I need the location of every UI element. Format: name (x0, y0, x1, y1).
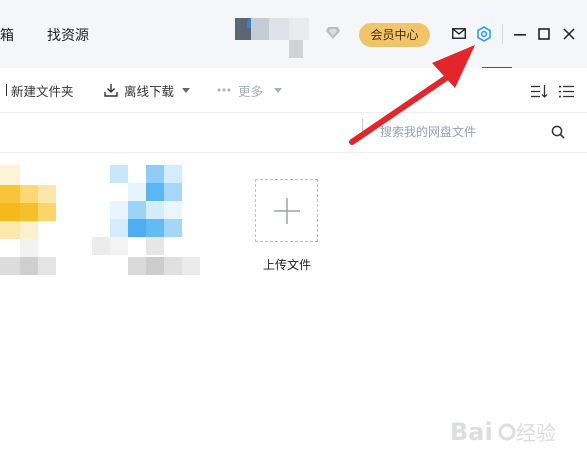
search-divider (362, 119, 363, 133)
offline-download-button[interactable]: 离线下载 (104, 68, 191, 112)
new-folder-button[interactable]: 新建文件夹 (0, 68, 74, 112)
minimize-icon[interactable] (514, 34, 526, 36)
sort-icon[interactable] (531, 85, 548, 98)
close-icon[interactable] (563, 28, 575, 40)
new-folder-icon (0, 84, 7, 96)
mail-icon[interactable] (452, 28, 466, 39)
search-input[interactable] (362, 121, 570, 143)
more-dots-icon (217, 88, 231, 92)
more-button[interactable]: 更多 (217, 68, 283, 112)
chevron-down-icon (274, 87, 283, 93)
list-view-icon[interactable] (559, 85, 574, 98)
file-item-image-blurred[interactable] (92, 165, 202, 275)
vip-center-button[interactable]: 会员中心 (359, 23, 430, 47)
plus-icon (274, 198, 300, 224)
download-icon (104, 84, 118, 97)
offline-download-label: 离线下载 (124, 83, 175, 99)
topbar-divider (502, 24, 503, 44)
vip-diamond-icon (326, 27, 340, 39)
file-toolbar: 新建文件夹 离线下载 更多 (0, 68, 587, 113)
new-folder-label: 新建文件夹 (11, 83, 74, 99)
nav-item-partial[interactable]: 箱 (0, 25, 14, 45)
maximize-icon[interactable] (538, 28, 550, 40)
more-label: 更多 (238, 83, 264, 99)
upload-file-label: 上传文件 (263, 258, 312, 272)
user-avatar-and-name-blurred[interactable] (235, 18, 325, 60)
settings-icon[interactable] (476, 26, 492, 42)
search-row (0, 113, 587, 153)
search-icon[interactable] (551, 125, 565, 139)
top-navigation-bar: 箱 找资源 会员中心 (0, 0, 587, 68)
svg-text:经验: 经验 (516, 421, 556, 445)
upload-file-tile[interactable] (255, 179, 318, 242)
baidu-watermark-logo: Bai 经验 (450, 418, 556, 446)
nav-item-find-resources[interactable]: 找资源 (47, 25, 89, 45)
file-item-folder-blurred[interactable] (0, 165, 70, 275)
svg-text:Bai: Bai (450, 418, 493, 446)
chevron-down-icon (182, 87, 191, 93)
